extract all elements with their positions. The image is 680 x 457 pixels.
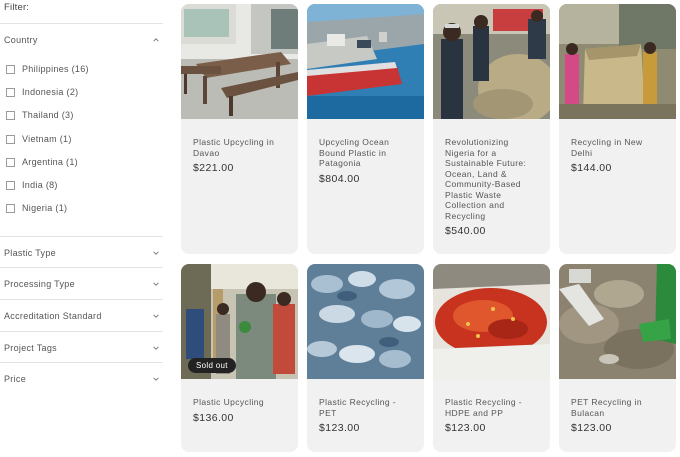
divider [0, 236, 163, 237]
product-image[interactable] [433, 264, 550, 379]
country-option-india[interactable]: India (8) [6, 178, 58, 192]
country-option-label: Indonesia (2) [22, 87, 79, 97]
country-option-vietnam[interactable]: Vietnam (1) [6, 132, 72, 146]
country-option-philippines[interactable]: Philippines (16) [6, 62, 89, 76]
filter-project-tags-header[interactable]: Project Tags [0, 339, 163, 357]
filter-country-header[interactable]: Country [0, 31, 163, 49]
product-image[interactable] [307, 264, 424, 379]
product-title[interactable]: Plastic Upcycling [193, 397, 288, 408]
product-title[interactable]: PET Recycling in Bulacan [571, 397, 666, 418]
chevron-down-icon [151, 279, 161, 289]
product-card-patagonia[interactable]: Upcycling Ocean Bound Plastic in Patagon… [307, 4, 424, 254]
product-price: $123.00 [571, 422, 612, 434]
product-price: $804.00 [319, 173, 360, 185]
product-image[interactable] [307, 4, 424, 119]
checkbox[interactable] [6, 134, 15, 144]
filter-label: Price [4, 374, 27, 384]
filter-sidebar: Filter: Country Philippines (16) Indones… [0, 0, 164, 457]
product-price: $221.00 [193, 162, 234, 174]
product-card-plastic-recycling-hdpe-pp[interactable]: Plastic Recycling - HDPE and PP $123.00 [433, 264, 550, 452]
divider [0, 267, 163, 268]
filter-title: Filter: [4, 2, 30, 13]
checkbox[interactable] [6, 87, 15, 97]
product-title[interactable]: Revolutionizing Nigeria for a Sustainabl… [445, 137, 540, 221]
country-option-label: Argentina (1) [22, 157, 78, 167]
chevron-down-icon [151, 248, 161, 258]
product-title[interactable]: Upcycling Ocean Bound Plastic in Patagon… [319, 137, 414, 169]
sold-out-badge: Sold out [188, 358, 236, 373]
country-option-indonesia[interactable]: Indonesia (2) [6, 85, 78, 99]
filter-label: Plastic Type [4, 248, 56, 258]
divider [0, 331, 163, 332]
country-option-label: Thailand (3) [22, 110, 74, 120]
product-price: $540.00 [445, 225, 486, 237]
product-price: $123.00 [445, 422, 486, 434]
filter-plastic-type-header[interactable]: Plastic Type [0, 244, 163, 262]
filter-country-label: Country [4, 35, 38, 45]
product-image[interactable] [559, 4, 676, 119]
product-title[interactable]: Plastic Recycling - PET [319, 397, 414, 418]
product-title[interactable]: Plastic Upcycling in Davao [193, 137, 288, 158]
product-image[interactable] [559, 264, 676, 379]
filter-label: Project Tags [4, 343, 57, 353]
country-option-nigeria[interactable]: Nigeria (1) [6, 201, 67, 215]
country-option-label: Philippines (16) [22, 64, 89, 74]
checkbox[interactable] [6, 180, 15, 190]
divider [0, 23, 163, 24]
divider [0, 362, 163, 363]
checkbox[interactable] [6, 110, 15, 120]
chevron-down-icon [151, 311, 161, 321]
product-card-plastic-recycling-pet[interactable]: Plastic Recycling - PET $123.00 [307, 264, 424, 452]
product-image[interactable] [433, 4, 550, 119]
product-title[interactable]: Recycling in New Delhi [571, 137, 666, 158]
country-option-argentina[interactable]: Argentina (1) [6, 155, 78, 169]
checkbox[interactable] [6, 203, 15, 213]
country-option-label: India (8) [22, 180, 58, 190]
product-card-new-delhi[interactable]: Recycling in New Delhi $144.00 [559, 4, 676, 254]
country-option-label: Vietnam (1) [22, 134, 72, 144]
filter-label: Accreditation Standard [4, 311, 102, 321]
product-price: $144.00 [571, 162, 612, 174]
product-title[interactable]: Plastic Recycling - HDPE and PP [445, 397, 540, 418]
country-option-label: Nigeria (1) [22, 203, 68, 213]
product-card-davao[interactable]: Plastic Upcycling in Davao $221.00 [181, 4, 298, 254]
product-image[interactable] [181, 4, 298, 119]
product-price: $123.00 [319, 422, 360, 434]
country-option-thailand[interactable]: Thailand (3) [6, 108, 74, 122]
checkbox[interactable] [6, 64, 15, 74]
filter-price-header[interactable]: Price [0, 370, 163, 388]
filter-processing-type-header[interactable]: Processing Type [0, 275, 163, 293]
filter-label: Processing Type [4, 279, 75, 289]
chevron-down-icon [151, 343, 161, 353]
chevron-down-icon [151, 374, 161, 384]
product-card-nigeria[interactable]: Revolutionizing Nigeria for a Sustainabl… [433, 4, 550, 254]
chevron-up-icon [151, 35, 161, 45]
product-card-pet-recycling-bulacan[interactable]: PET Recycling in Bulacan $123.00 [559, 264, 676, 452]
product-price: $136.00 [193, 412, 234, 424]
filter-accreditation-standard-header[interactable]: Accreditation Standard [0, 307, 163, 325]
product-card-plastic-upcycling[interactable]: Sold out Plastic Upcycling $136.00 [181, 264, 298, 452]
checkbox[interactable] [6, 157, 15, 167]
divider [0, 299, 163, 300]
